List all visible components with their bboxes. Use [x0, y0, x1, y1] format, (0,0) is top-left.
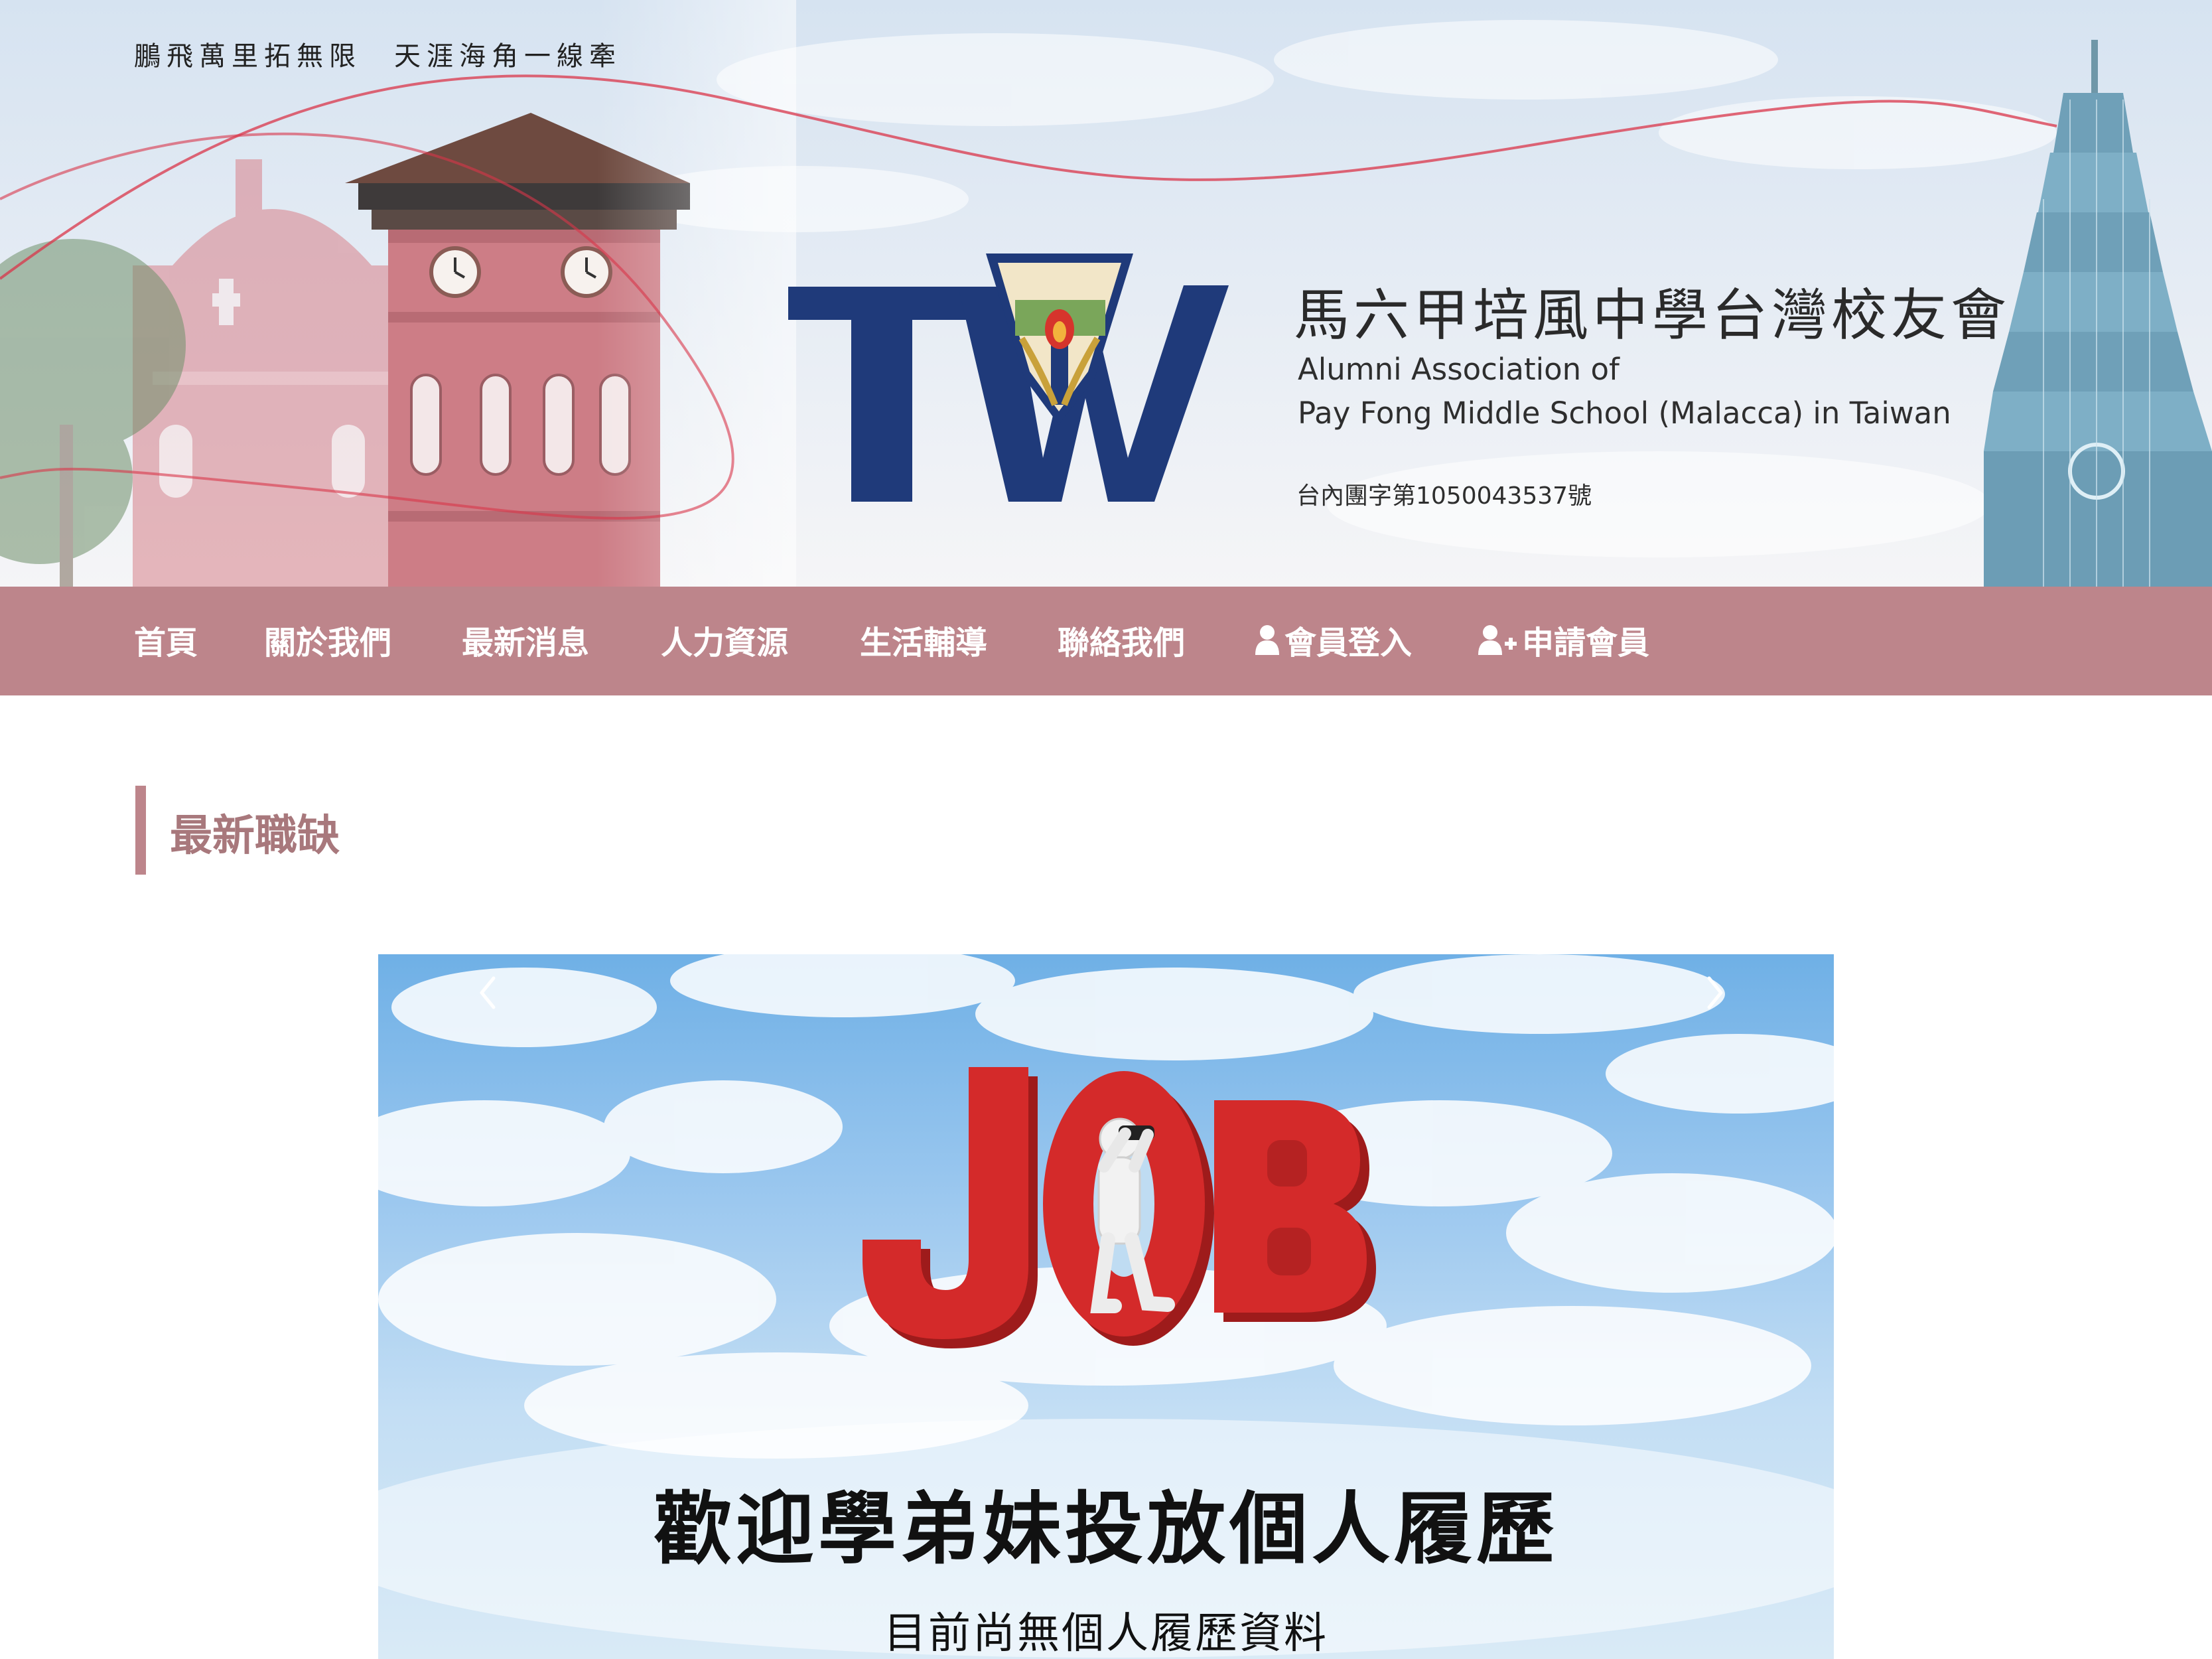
nav-item-label: 人力資源: [661, 624, 789, 662]
job-illustration: [863, 1067, 1376, 1348]
section-title-accent-bar: [135, 786, 146, 875]
registration-number: 台內團字第1050043537號: [1296, 482, 1592, 510]
chevron-left-icon[interactable]: [476, 973, 499, 1013]
nav-item-home[interactable]: 首頁: [134, 613, 198, 666]
nav-item-label: 首頁: [134, 624, 198, 662]
nav-item-label: 會員登入: [1284, 624, 1413, 662]
nav-item-label: 最新消息: [462, 624, 590, 662]
nav-item-label: 生活輔導: [860, 624, 988, 662]
nav-item-member-apply[interactable]: 申請會員: [1477, 613, 1649, 666]
chevron-right-icon[interactable]: [1704, 973, 1726, 1013]
job-carousel: 歡迎學弟妹投放個人履歷 目前尚無個人履歷資料: [378, 954, 1834, 1659]
nav-item-life-guidance[interactable]: 生活輔導: [860, 613, 987, 666]
user-icon: [1255, 625, 1279, 655]
nav-item-label: 關於我們: [264, 624, 392, 662]
carousel-headline: 歡迎學弟妹投放個人履歷: [653, 1483, 1558, 1575]
nav-item-news[interactable]: 最新消息: [462, 613, 589, 666]
nav-item-label: 聯絡我們: [1058, 624, 1186, 662]
nav-item-label: 申請會員: [1522, 624, 1650, 662]
nav-item-human-resources[interactable]: 人力資源: [661, 613, 788, 666]
nav-item-contact[interactable]: 聯絡我們: [1058, 613, 1185, 666]
empty-resume-message: 目前尚無個人履歷資料: [884, 1609, 1328, 1658]
site-slogan: 鵬飛萬里拓無限 天涯海角一線牽: [134, 41, 622, 72]
section-title: 最新職缺: [170, 812, 340, 861]
main-navigation: 首頁 關於我們 最新消息 人力資源 生活輔導 聯絡我們 會員登入 申請會員: [0, 587, 2212, 695]
nav-item-about[interactable]: 關於我們: [264, 613, 391, 666]
user-plus-icon: [1478, 625, 1517, 655]
organization-name-english-line2: Pay Fong Middle School (Malacca) in Taiw…: [1298, 396, 1951, 431]
site-header-banner: 鵬飛萬里拓無限 天涯海角一線牽 馬六甲培風中學台灣校友會 Alumni Asso…: [0, 0, 2212, 587]
organization-name-english-line1: Alumni Association of: [1298, 352, 1620, 387]
nav-item-member-login[interactable]: 會員登入: [1254, 613, 1412, 666]
organization-name-chinese: 馬六甲培風中學台灣校友會: [1294, 283, 2011, 348]
